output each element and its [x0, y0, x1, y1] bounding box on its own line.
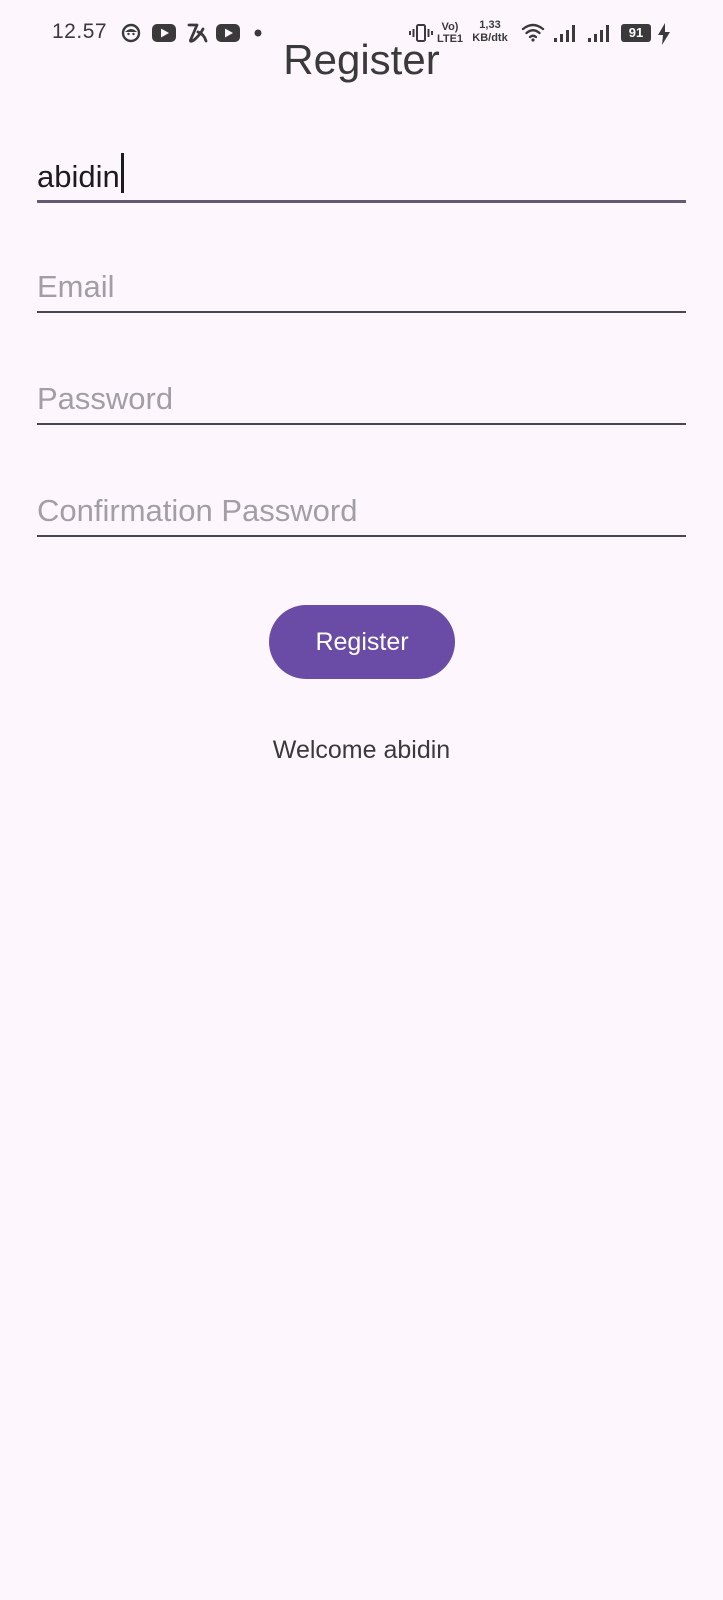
password-field[interactable] — [37, 365, 686, 425]
confirm-password-underline — [37, 535, 686, 537]
password-input[interactable] — [37, 377, 686, 421]
welcome-message: Welcome abidin — [272, 736, 451, 764]
email-input[interactable] — [37, 265, 686, 309]
page-title: Register — [283, 36, 440, 83]
confirm-password-input[interactable] — [37, 489, 686, 533]
text-caret — [121, 153, 124, 193]
username-field[interactable] — [37, 143, 686, 203]
network-speed-value: 1,33 — [479, 19, 501, 31]
username-underline — [37, 200, 686, 203]
register-button[interactable]: Register — [269, 605, 455, 679]
confirm-password-field[interactable] — [37, 477, 686, 537]
email-field[interactable] — [37, 253, 686, 313]
username-input[interactable] — [37, 155, 686, 199]
email-underline — [37, 311, 686, 313]
password-underline — [37, 423, 686, 425]
volte-label: Vo) — [441, 21, 459, 33]
